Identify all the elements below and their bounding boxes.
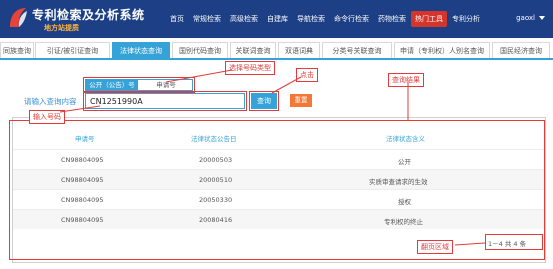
nav-navigation-search[interactable]: 导航检索 [293, 11, 329, 27]
nav-regular-search[interactable]: 常规检索 [189, 11, 225, 27]
annotation-results: 查询结果 [388, 73, 424, 87]
nav-advanced-search[interactable]: 高级检索 [226, 11, 262, 27]
tab-country-code[interactable]: 国别代码查询 [172, 42, 228, 58]
tab-classification-query[interactable]: 分类号关联查询 [322, 42, 392, 58]
app-title: 专利检索及分析系统 [32, 8, 145, 22]
tab-citation-query[interactable]: 引证/被引证查询 [35, 42, 110, 58]
annotation-box-pager [485, 234, 543, 250]
annotation-pager-area: 翻页区域 [417, 240, 453, 254]
annotation-box-input [83, 91, 247, 111]
annotation-enter-hint: 请输入查询内容 [24, 97, 77, 106]
reset-button[interactable]: 重置 [290, 94, 312, 107]
annotation-select-type: 选择号码类型 [225, 61, 275, 75]
nav-patent-analysis[interactable]: 专利分析 [448, 11, 484, 27]
annotation-box-query-button [249, 91, 279, 111]
main-nav: 首页 常规检索 高级检索 自建库 导航检索 命令行检索 药物检索 热门工具 专利… [166, 11, 485, 27]
nav-drug-search[interactable]: 药物检索 [374, 11, 410, 27]
annotation-box-results [9, 120, 545, 260]
app-header: 专利检索及分析系统 地方站提质 首页 常规检索 高级检索 自建库 导航检索 命令… [0, 0, 553, 38]
tool-tabs: 同族查询 引证/被引证查询 法律状态查询 国别代码查询 关联词查询 双语词典 分… [0, 42, 553, 60]
nav-hot-tools[interactable]: 热门工具 [411, 11, 447, 27]
annotation-click: 点击 [296, 68, 318, 82]
tab-bilingual-dictionary[interactable]: 双语词典 [278, 42, 320, 58]
nav-custom-db[interactable]: 自建库 [263, 11, 292, 27]
tab-applicant-alias[interactable]: 申请（专利权）人别名查询 [394, 42, 490, 58]
nav-command-search[interactable]: 命令行检索 [330, 11, 373, 27]
tab-legal-status[interactable]: 法律状态查询 [112, 42, 170, 58]
app-subtitle: 地方站提质 [44, 24, 79, 32]
chevron-down-icon[interactable] [539, 16, 545, 20]
tab-family-query[interactable]: 同族查询 [0, 42, 34, 58]
tab-national-economy[interactable]: 国民经济查询 [492, 42, 550, 58]
tab-related-words[interactable]: 关联词查询 [230, 42, 276, 58]
logo-icon [10, 8, 27, 27]
nav-home[interactable]: 首页 [166, 11, 188, 27]
annotation-enter-number: 输入号码 [29, 110, 65, 124]
user-name[interactable]: gaoxl [516, 14, 535, 22]
